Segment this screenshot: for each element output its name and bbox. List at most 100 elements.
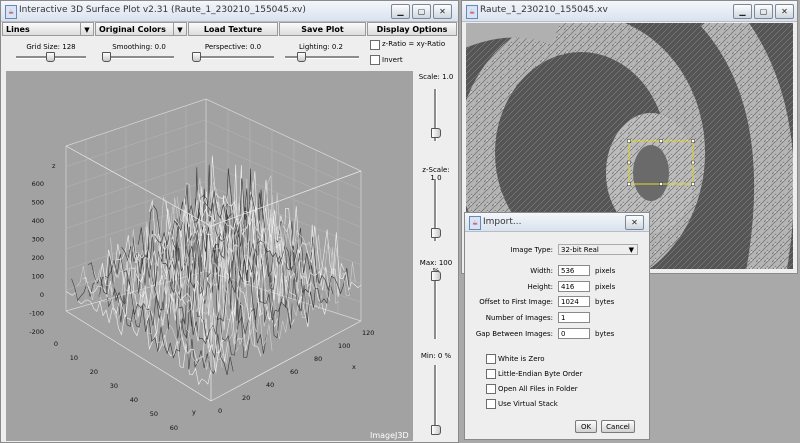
z-scale-slider-thumb[interactable] (431, 228, 441, 238)
plot-window-titlebar[interactable]: ☕ Interactive 3D Surface Plot v2.31 (Rau… (1, 1, 458, 22)
max-slider-thumb[interactable] (431, 271, 441, 281)
offset-field[interactable]: 1024 (558, 296, 590, 307)
maximize-button[interactable]: ▢ (754, 4, 773, 19)
max-slider-track[interactable] (434, 271, 437, 339)
scale-slider-thumb[interactable] (431, 128, 441, 138)
z-tick-label: 400 (32, 217, 44, 225)
num-images-field[interactable]: 1 (558, 312, 590, 323)
surface-mesh (65, 155, 362, 386)
little-endian-label: Little-Endian Byte Order (498, 370, 583, 378)
gap-field[interactable]: 0 (558, 328, 590, 339)
z-ratio-label: z-Ratio = xy-Ratio (382, 40, 446, 48)
perspective-slider-thumb[interactable] (192, 52, 201, 62)
z-tick-label: 0 (40, 291, 44, 299)
smoothing-slider-track[interactable] (104, 56, 174, 59)
scale-label: Scale: 1.0 (418, 73, 454, 81)
import-dialog: ☕ Import... ✕ Image Type: 32-bit Real ▼ … (464, 212, 650, 440)
white-is-zero-label: White is Zero (498, 355, 545, 363)
import-dialog-titlebar[interactable]: ☕ Import... ✕ (465, 213, 649, 232)
min-slider-thumb[interactable] (431, 425, 441, 435)
y-axis-label: y (192, 408, 196, 416)
z-tick-label: 500 (32, 199, 44, 207)
x-tick-label: 20 (242, 394, 250, 402)
image-type-label: Image Type: (510, 246, 553, 254)
offset-unit: bytes (595, 298, 615, 306)
surface-plot-window: ☕ Interactive 3D Surface Plot v2.31 (Rau… (0, 0, 459, 443)
image-type-select[interactable]: 32-bit Real ▼ (558, 244, 638, 255)
surface-plot-canvas[interactable]: 600 500 400 300 200 100 0 -100 -200 0 10 20 30 40 50 60… (6, 71, 413, 441)
lighting-label: Lighting: 0.2 (298, 43, 343, 51)
cancel-button[interactable]: Cancel (601, 420, 635, 433)
z-tick-label: 300 (32, 236, 44, 244)
width-label: Width: (530, 267, 553, 275)
grid-size-slider-thumb[interactable] (46, 52, 55, 62)
x-tick-label: 0 (218, 407, 222, 415)
color-select[interactable]: Original Colors ▼ (95, 22, 187, 36)
z-ratio-checkbox[interactable] (370, 40, 380, 50)
perspective-label: Perspective: 0.0 (204, 43, 262, 51)
little-endian-checkbox[interactable] (486, 369, 496, 379)
style-select-value: Lines (6, 25, 30, 34)
chevron-down-icon: ▼ (80, 23, 93, 35)
gap-unit: bytes (595, 330, 615, 338)
perspective-slider-track[interactable] (194, 56, 274, 59)
height-field[interactable]: 416 (558, 281, 590, 292)
close-button[interactable]: ✕ (775, 4, 794, 19)
close-button[interactable]: ✕ (625, 215, 644, 230)
image-window-titlebar[interactable]: ☕ Raute_1_230210_155045.xv ▁ ▢ ✕ (462, 1, 797, 22)
grid-line (65, 119, 207, 167)
z-axis-label: z (52, 162, 56, 170)
ok-button[interactable]: OK (575, 420, 597, 433)
y-tick-label: 40 (130, 396, 138, 404)
close-button[interactable]: ✕ (433, 4, 452, 19)
grid-line (65, 140, 207, 188)
z-tick-label: 200 (32, 254, 44, 262)
height-label: Height: (527, 283, 554, 291)
y-tick-label: 60 (170, 424, 178, 432)
surface-plot-svg: 6005004003002001000-100-2000102030405060… (29, 98, 409, 440)
z-tick-label: -200 (29, 328, 44, 336)
x-tick-label: 120 (362, 329, 374, 337)
grid-line (205, 163, 362, 228)
open-all-files-label: Open All Files in Folder (498, 385, 578, 393)
open-all-files-checkbox[interactable] (486, 384, 496, 394)
smoothing-slider-thumb[interactable] (102, 52, 111, 62)
z-tick-label: 600 (32, 180, 44, 188)
virtual-stack-checkbox[interactable] (486, 399, 496, 409)
x-tick-label: 100 (338, 342, 350, 350)
imagej3d-watermark: ImageJ3D (370, 431, 409, 440)
image-type-value: 32-bit Real (561, 246, 599, 254)
load-texture-button[interactable]: Load Texture (188, 22, 278, 36)
java-app-icon: ☕ (5, 5, 17, 19)
maximize-button[interactable]: ▢ (412, 4, 431, 19)
java-app-icon: ☕ (466, 5, 478, 19)
x-axis-label: x (352, 363, 356, 371)
grid-size-label: Grid Size: 128 (26, 43, 76, 51)
display-options-button[interactable]: Display Options (367, 22, 457, 36)
min-slider-track[interactable] (434, 365, 437, 433)
y-tick-label: 50 (150, 410, 158, 418)
minimize-button[interactable]: ▁ (733, 4, 752, 19)
x-tick-label: 60 (290, 368, 298, 376)
chevron-down-icon: ▼ (628, 246, 634, 254)
offset-label: Offset to First Image: (479, 298, 553, 306)
z-tick-label: 100 (32, 273, 44, 281)
save-plot-button[interactable]: Save Plot (279, 22, 366, 36)
invert-label: Invert (382, 56, 403, 64)
smoothing-label: Smoothing: 0.0 (112, 43, 166, 51)
chevron-down-icon: ▼ (173, 23, 186, 35)
y-tick-label: 0 (54, 340, 58, 348)
lighting-slider-thumb[interactable] (297, 52, 306, 62)
y-tick-label: 10 (70, 354, 78, 362)
java-app-icon: ☕ (469, 216, 481, 230)
width-unit: pixels (595, 267, 616, 275)
style-select[interactable]: Lines ▼ (2, 22, 94, 36)
invert-checkbox[interactable] (370, 55, 380, 65)
minimize-button[interactable]: ▁ (391, 4, 410, 19)
z-tick-label: -100 (29, 310, 44, 318)
plot-window-title: Interactive 3D Surface Plot v2.31 (Raute… (19, 5, 306, 15)
white-is-zero-checkbox[interactable] (486, 354, 496, 364)
import-dialog-title: Import... (483, 217, 522, 227)
y-tick-label: 20 (90, 368, 98, 376)
width-field[interactable]: 536 (558, 265, 590, 276)
